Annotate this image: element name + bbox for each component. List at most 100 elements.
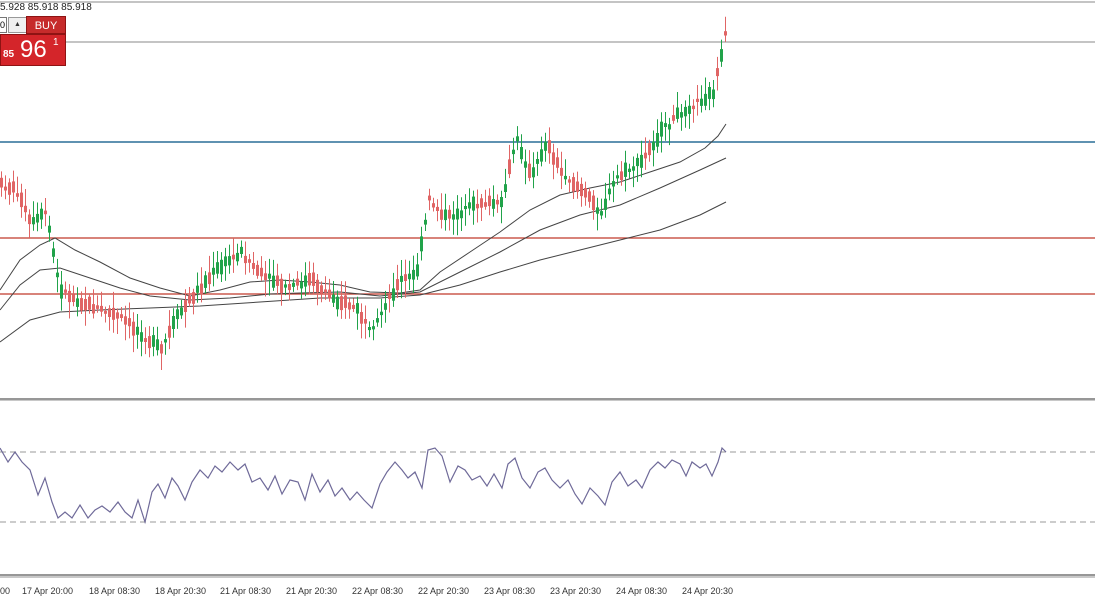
moving-average-fast — [0, 123, 727, 297]
candle-body — [492, 199, 495, 209]
candle-body — [212, 267, 215, 275]
candle-body — [60, 284, 63, 299]
candle-body — [56, 272, 59, 278]
x-axis-label: 21 Apr 08:30 — [220, 586, 272, 596]
candle-body — [660, 121, 663, 137]
candle-body — [148, 336, 151, 349]
candle-body — [576, 181, 579, 192]
candle-body — [88, 296, 91, 310]
candle-body — [300, 281, 303, 289]
candle-body — [712, 89, 715, 100]
x-axis-label: 22 Apr 20:30 — [418, 586, 470, 596]
candle-body — [520, 147, 523, 160]
buy-button[interactable]: BUY — [26, 16, 66, 34]
candle-body — [44, 210, 47, 215]
candle-body — [420, 236, 423, 252]
candle-body — [676, 107, 679, 119]
candle-body — [392, 288, 395, 301]
candle-body — [336, 296, 339, 310]
candle-body — [104, 310, 107, 314]
candle-body — [176, 309, 179, 320]
candle-body — [180, 307, 183, 316]
candle-body — [192, 292, 195, 304]
candle-body — [436, 206, 439, 211]
candle-body — [288, 284, 291, 291]
x-axis-label: 22 Apr 08:30 — [352, 586, 404, 596]
candle-body — [32, 217, 35, 225]
lot-size-field[interactable]: 0 — [0, 17, 7, 33]
candle-body — [156, 339, 159, 351]
candle-body — [12, 181, 15, 193]
candle-body — [464, 206, 467, 210]
candle-body — [648, 143, 651, 156]
one-click-trading-panel: 0 ▲ BUY 85 96 1 — [0, 16, 66, 66]
candle-body — [612, 181, 615, 187]
candle-body — [100, 305, 103, 312]
candle-body — [292, 282, 295, 287]
candle-body — [276, 275, 279, 286]
candle-body — [228, 256, 231, 266]
candle-body — [388, 294, 391, 299]
x-axis-label: 24 Apr 20:30 — [682, 586, 734, 596]
candle-body — [632, 166, 635, 171]
candle-body — [356, 303, 359, 314]
candle-body — [360, 312, 363, 324]
candle-body — [456, 208, 459, 220]
candle-body — [568, 179, 571, 183]
candle-body — [80, 298, 83, 311]
candle-body — [332, 294, 335, 303]
x-axis-label: 23 Apr 08:30 — [484, 586, 536, 596]
candle-body — [640, 154, 643, 168]
candle-body — [644, 152, 647, 159]
candle-body — [664, 123, 667, 127]
candle-body — [468, 202, 471, 209]
candle-body — [516, 136, 519, 142]
candle-body — [164, 339, 167, 343]
candle-body — [432, 203, 435, 208]
candle-body — [248, 259, 251, 263]
candle-body — [48, 225, 51, 233]
candle-body — [448, 209, 451, 219]
candle-body — [24, 205, 27, 213]
lot-increase-icon[interactable]: ▲ — [8, 17, 27, 33]
chart-canvas[interactable] — [0, 0, 1095, 600]
candle-body — [232, 254, 235, 260]
candle-body — [684, 106, 687, 117]
candle-body — [160, 344, 163, 354]
candle-body — [600, 211, 603, 216]
candle-body — [272, 275, 275, 288]
candle-body — [144, 338, 147, 342]
candle-body — [424, 219, 427, 225]
candle-body — [636, 157, 639, 167]
buy-price-button[interactable]: 85 96 1 — [0, 34, 66, 66]
oscillator-line — [0, 446, 727, 525]
x-axis-label: 18 Apr 08:30 — [89, 586, 141, 596]
candle-body — [128, 318, 131, 327]
candle-body — [488, 195, 491, 207]
candle-body — [668, 124, 671, 130]
candle-body — [340, 296, 343, 311]
candle-body — [120, 314, 123, 318]
candle-body — [304, 275, 307, 287]
candle-body — [132, 321, 135, 336]
candle-body — [124, 316, 127, 325]
candle-body — [28, 214, 31, 225]
candle-body — [368, 327, 371, 331]
candle-body — [580, 183, 583, 197]
candle-body — [4, 186, 7, 191]
candle-body — [596, 207, 599, 214]
candle-body — [316, 279, 319, 293]
candle-body — [692, 105, 695, 110]
candle-body — [556, 157, 559, 168]
candle-body — [396, 279, 399, 291]
candle-body — [512, 149, 515, 155]
candle-body — [324, 289, 327, 293]
candle-body — [216, 262, 219, 274]
candle-body — [428, 195, 431, 201]
candle-body — [352, 304, 355, 309]
price-pip: 1 — [53, 37, 59, 48]
candle-body — [696, 98, 699, 102]
candle-body — [604, 198, 607, 210]
candle-body — [708, 87, 711, 99]
candle-body — [628, 168, 631, 172]
